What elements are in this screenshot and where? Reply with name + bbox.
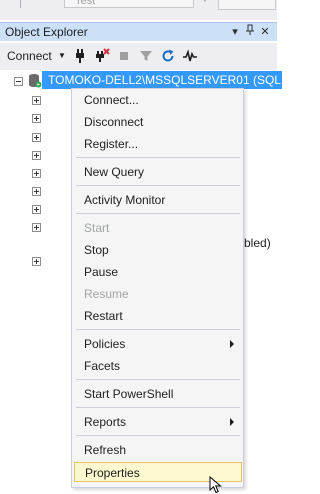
mouse-cursor-icon [209, 476, 222, 494]
pin-icon[interactable] [243, 24, 257, 41]
panel-title: Object Explorer [5, 25, 88, 39]
menu-item-resume: Resume [84, 287, 129, 301]
chevron-down-icon[interactable]: ▼ [58, 51, 66, 60]
menu-item-refresh[interactable]: Refresh [74, 440, 242, 460]
database-server-icon [29, 74, 42, 88]
menu-separator [76, 213, 240, 214]
menu-item-start: Start [84, 221, 110, 235]
menu-separator [76, 157, 240, 158]
expand-toggle-icon[interactable] [32, 169, 41, 178]
menu-separator [76, 407, 240, 408]
menu-item-reports[interactable]: Reports [74, 412, 242, 432]
menu-separator [76, 329, 240, 330]
menu-item-pause[interactable]: Pause [74, 262, 242, 282]
filter-icon[interactable] [138, 48, 154, 64]
menu-item-policies[interactable]: Policies [74, 334, 242, 354]
activity-monitor-icon[interactable] [182, 48, 198, 64]
collapse-toggle-icon[interactable] [14, 77, 23, 86]
object-explorer-title-bar: Object Explorer ▾ ✕ [0, 22, 277, 41]
close-icon[interactable]: ✕ [258, 24, 272, 40]
expand-toggle-icon[interactable] [32, 96, 41, 105]
connect-plug-icon[interactable] [72, 48, 88, 64]
expand-toggle-icon[interactable] [32, 187, 41, 196]
menu-item-register[interactable]: Register... [74, 134, 242, 154]
expand-toggle-icon[interactable] [32, 133, 41, 142]
toolbar-separator [20, 0, 21, 8]
connect-button[interactable]: Connect [7, 49, 52, 63]
disconnect-plug-icon[interactable] [94, 48, 110, 64]
menu-separator [76, 379, 240, 380]
submenu-arrow-icon [230, 340, 234, 348]
expand-toggle-icon[interactable] [32, 205, 41, 214]
menu-separator [76, 185, 240, 186]
refresh-icon[interactable] [160, 48, 176, 64]
main-toolbar-strip: Test ▼ [0, 0, 277, 20]
object-explorer-toolbar: Connect ▼ [0, 43, 277, 70]
expand-toggle-icon[interactable] [32, 114, 41, 123]
window-position-dropdown-icon[interactable]: ▾ [228, 24, 242, 40]
menu-item-connect[interactable]: Connect... [74, 90, 242, 110]
menu-item-new-query[interactable]: New Query [74, 162, 242, 182]
submenu-arrow-icon [230, 418, 234, 426]
menu-item-activity-monitor[interactable]: Activity Monitor [74, 190, 242, 210]
menu-item-restart[interactable]: Restart [74, 306, 242, 326]
menu-item-facets[interactable]: Facets [74, 356, 242, 376]
expand-toggle-icon[interactable] [32, 223, 41, 232]
expand-toggle-icon[interactable] [32, 151, 41, 160]
search-box[interactable] [218, 0, 276, 10]
stop-icon[interactable] [116, 48, 132, 64]
solution-config-combo[interactable]: Test [64, 0, 194, 8]
menu-item-disconnect[interactable]: Disconnect [74, 112, 242, 132]
server-node-label: TOMOKO-DELL2\MSSQLSERVER01 (SQL Se [48, 73, 299, 87]
menu-item-start-powershell[interactable]: Start PowerShell [74, 384, 242, 404]
menu-separator [76, 435, 240, 436]
tree-node-label-clipped: bled) [244, 236, 271, 250]
server-context-menu: Connect... Disconnect Register... New Qu… [71, 88, 244, 488]
menu-item-stop[interactable]: Stop [74, 240, 242, 260]
expand-toggle-icon[interactable] [32, 257, 41, 266]
server-node[interactable]: TOMOKO-DELL2\MSSQLSERVER01 (SQL Se [42, 71, 299, 89]
chevron-down-icon[interactable]: ▼ [198, 0, 212, 8]
